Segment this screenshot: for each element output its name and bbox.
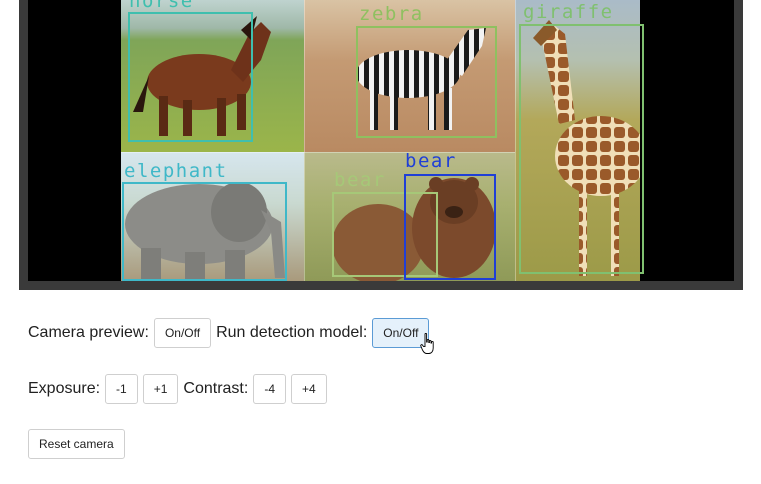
zebra-detection-box: [356, 26, 497, 138]
run-detection-toggle-button[interactable]: On/Off: [372, 318, 430, 348]
bear-detection-label-2: bear: [405, 150, 457, 172]
reset-row: Reset camera: [28, 429, 130, 459]
horse-detection-label: horse: [129, 0, 194, 12]
run-detection-label: Run detection model:: [216, 324, 368, 341]
horse-tile-divider: [304, 0, 305, 281]
camera-preview-label: Camera preview:: [28, 324, 149, 341]
giraffe-detection-box: [519, 24, 644, 274]
zebra-detection-label: zebra: [359, 3, 424, 25]
exposure-contrast-row: Exposure: -1 +1 Contrast: -4 +4: [28, 374, 332, 404]
exposure-increase-button[interactable]: +1: [142, 374, 179, 404]
contrast-decrease-button[interactable]: -4: [253, 374, 286, 404]
exposure-label: Exposure:: [28, 380, 101, 397]
preview-controls-row: Camera preview: On/Off Run detection mod…: [28, 318, 434, 348]
contrast-increase-button[interactable]: +4: [291, 374, 327, 404]
giraffe-detection-label: giraffe: [523, 1, 614, 23]
elephant-detection-box: [122, 182, 287, 281]
horse-detection-box: [128, 12, 253, 142]
contrast-label: Contrast:: [183, 380, 249, 397]
bear-detection-label-1: bear: [334, 169, 386, 191]
camera-preview-toggle-button[interactable]: On/Off: [153, 318, 212, 348]
giraffe-tile-divider: [515, 0, 516, 281]
exposure-decrease-button[interactable]: -1: [105, 374, 138, 404]
reset-camera-button[interactable]: Reset camera: [28, 429, 125, 459]
bear-detection-box-2: [404, 174, 496, 280]
camera-preview-feed: horse zebra giraffe elephant bear bear: [28, 0, 734, 281]
camera-preview-frame: horse zebra giraffe elephant bear bear: [19, 0, 743, 290]
elephant-detection-label: elephant: [124, 160, 228, 182]
